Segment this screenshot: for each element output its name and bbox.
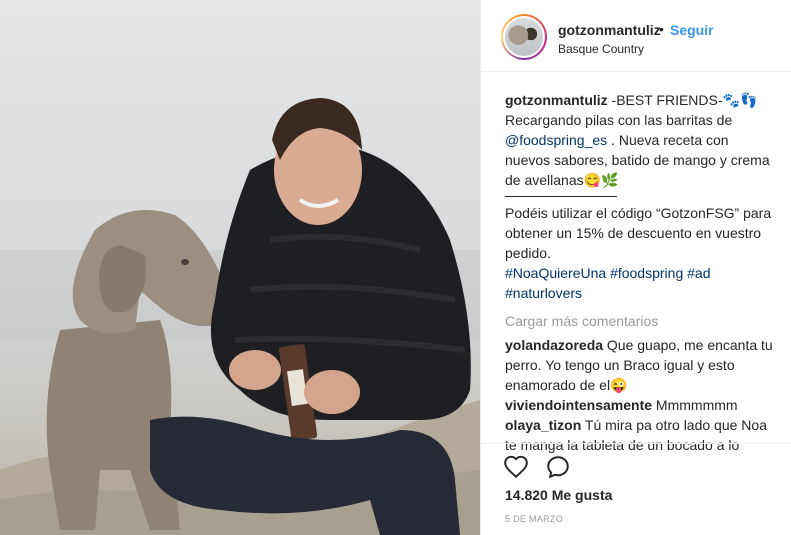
location-link[interactable]: Basque Country bbox=[558, 42, 644, 56]
heart-icon[interactable] bbox=[503, 454, 529, 480]
post-actions: 14.820 Me gusta 5 DE MARZO bbox=[481, 443, 791, 535]
avatar-image bbox=[503, 16, 545, 58]
caption-title: -BEST FRIENDS-🐾👣 bbox=[607, 92, 758, 108]
hashtag[interactable]: #foodspring bbox=[610, 265, 683, 281]
caption-text-1: Recargando pilas con las barritas de bbox=[505, 112, 733, 128]
post-date[interactable]: 5 DE MARZO bbox=[505, 514, 563, 524]
post-photo[interactable] bbox=[0, 0, 480, 535]
caption-mention[interactable]: @foodspring_es bbox=[505, 132, 607, 148]
caption-text-3: Podéis utilizar el código “GotzonFSG” pa… bbox=[505, 205, 772, 261]
comment-text: Mmmmmmm bbox=[652, 397, 738, 413]
comment-username[interactable]: olaya_tizon bbox=[505, 417, 581, 433]
comment-username[interactable]: viviendointensamente bbox=[505, 397, 652, 413]
comment-bubble-icon[interactable] bbox=[545, 454, 571, 480]
avatar[interactable] bbox=[501, 14, 547, 60]
separator-dot: • bbox=[659, 21, 664, 37]
photo-illustration bbox=[0, 98, 480, 535]
header-username[interactable]: gotzonmantuliz bbox=[558, 22, 661, 38]
follow-button[interactable]: Seguir bbox=[670, 22, 714, 38]
load-more-comments[interactable]: Cargar más comentarios bbox=[505, 311, 775, 331]
likes-count[interactable]: 14.820 Me gusta bbox=[505, 487, 612, 503]
comment-item: yolandazoreda Que guapo, me encanta tu p… bbox=[505, 335, 775, 395]
post-header: gotzonmantuliz • Seguir Basque Country bbox=[481, 0, 791, 72]
post-side-panel: gotzonmantuliz • Seguir Basque Country g… bbox=[480, 0, 791, 535]
hashtag[interactable]: #NoaQuiereUna bbox=[505, 265, 606, 281]
hashtag[interactable]: #naturlovers bbox=[505, 285, 582, 301]
comments-section: gotzonmantuliz -BEST FRIENDS-🐾👣 Recargan… bbox=[505, 90, 775, 455]
hashtags: #NoaQuiereUna #foodspring #ad #naturlove… bbox=[505, 263, 775, 303]
caption-username[interactable]: gotzonmantuliz bbox=[505, 92, 608, 108]
comment-item: viviendointensamente Mmmmmmm bbox=[505, 395, 775, 415]
caption: gotzonmantuliz -BEST FRIENDS-🐾👣 Recargan… bbox=[505, 90, 775, 303]
hashtag[interactable]: #ad bbox=[687, 265, 710, 281]
caption-divider bbox=[505, 196, 617, 197]
comment-username[interactable]: yolandazoreda bbox=[505, 337, 603, 353]
